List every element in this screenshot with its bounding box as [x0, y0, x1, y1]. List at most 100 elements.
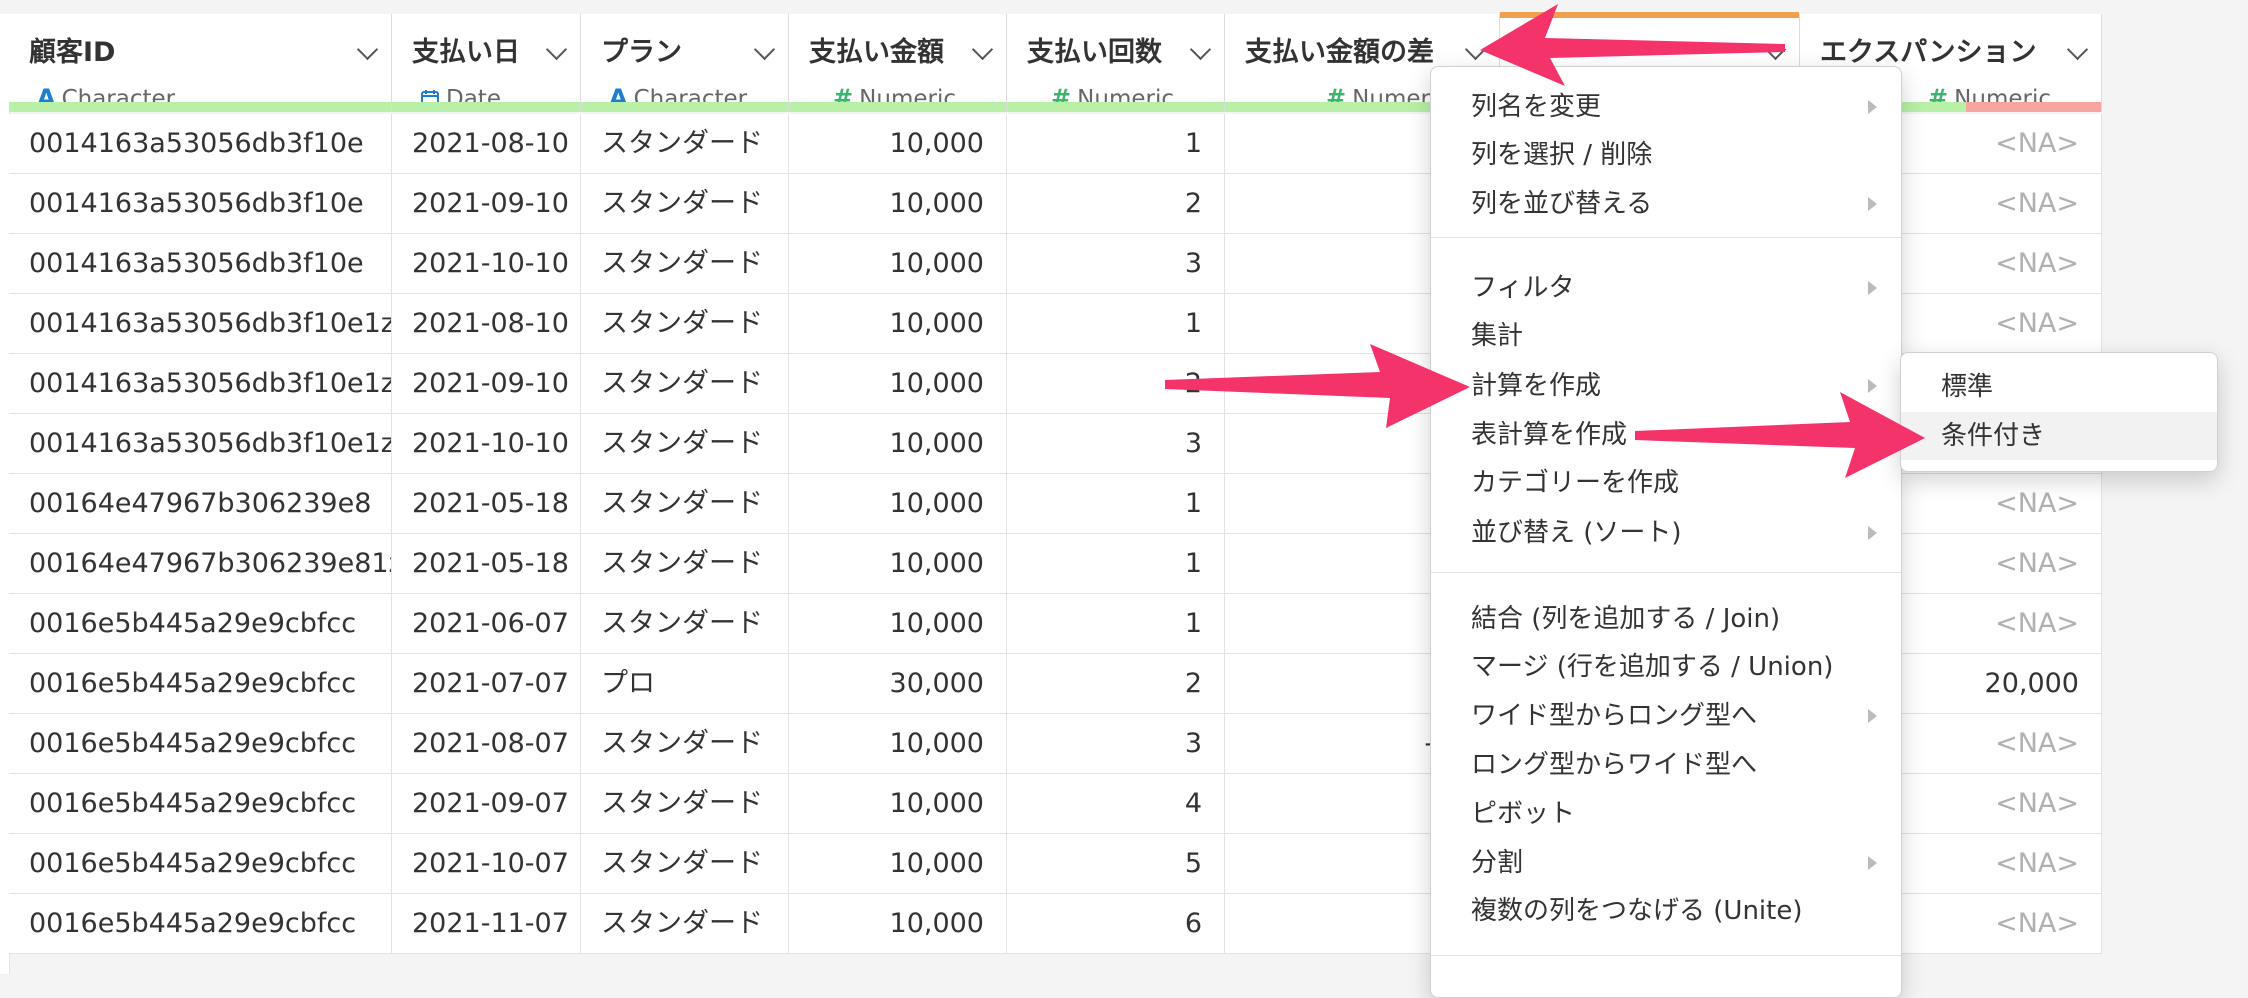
table-cell[interactable]: 10,000 [789, 594, 1007, 654]
table-cell[interactable]: 1 [1007, 114, 1225, 174]
table-cell[interactable]: 10,000 [789, 834, 1007, 894]
menu-item-14[interactable]: 分割 [1431, 839, 1901, 887]
table-cell[interactable]: スタンダード [581, 774, 789, 834]
table-cell[interactable]: 2021-07-07 [392, 654, 581, 714]
table-cell[interactable]: 2021-06-07 [392, 594, 581, 654]
table-cell[interactable]: 2021-09-10 [392, 354, 581, 414]
table-cell[interactable]: プロ [581, 654, 789, 714]
table-cell[interactable]: スタンダード [581, 594, 789, 654]
table-cell[interactable]: 10,000 [789, 894, 1007, 954]
chevron-down-icon[interactable] [545, 38, 568, 61]
table-cell[interactable]: 1 [1007, 474, 1225, 534]
table-cell[interactable]: 0014163a53056db3f10e [9, 234, 392, 294]
table-cell[interactable]: 0014163a53056db3f10e1z [9, 294, 392, 354]
table-cell[interactable]: 2 [1007, 174, 1225, 234]
table-cell[interactable]: 0014163a53056db3f10e [9, 114, 392, 174]
table-cell[interactable]: 3 [1007, 234, 1225, 294]
chevron-down-icon[interactable] [753, 38, 776, 61]
chevron-down-icon[interactable] [971, 38, 994, 61]
table-cell[interactable]: 10,000 [789, 774, 1007, 834]
menu-item-5[interactable]: 計算を作成 [1431, 362, 1901, 410]
menu-item-0[interactable]: 列名を変更 [1431, 83, 1901, 131]
menu-item-2[interactable]: 列を並び替える [1431, 180, 1901, 228]
menu-item-12[interactable]: ロング型からワイド型へ [1431, 741, 1901, 789]
table-cell[interactable]: 2021-11-07 [392, 894, 581, 954]
table-cell[interactable]: スタンダード [581, 834, 789, 894]
table-cell[interactable]: 3 [1007, 414, 1225, 474]
table-cell[interactable]: 0016e5b445a29e9cbfcc [9, 834, 392, 894]
menu-item-3[interactable]: フィルタ [1431, 264, 1901, 312]
table-cell[interactable]: 2021-09-10 [392, 174, 581, 234]
table-cell[interactable]: 10,000 [789, 114, 1007, 174]
table-cell[interactable]: スタンダード [581, 234, 789, 294]
table-cell[interactable]: 3 [1007, 714, 1225, 774]
table-cell[interactable]: 00164e47967b306239e8 [9, 474, 392, 534]
table-cell[interactable]: 5 [1007, 834, 1225, 894]
table-cell[interactable]: 0016e5b445a29e9cbfcc [9, 894, 392, 954]
menu-item-9[interactable]: 結合 (列を追加する / Join) [1431, 595, 1901, 643]
table-cell[interactable]: 10,000 [789, 174, 1007, 234]
table-cell[interactable]: スタンダード [581, 474, 789, 534]
menu-item-7[interactable]: カテゴリーを作成 [1431, 459, 1901, 507]
table-cell[interactable]: 2021-08-07 [392, 714, 581, 774]
table-cell[interactable]: 0016e5b445a29e9cbfcc [9, 774, 392, 834]
chevron-down-icon[interactable] [356, 38, 379, 61]
chevron-down-icon[interactable] [2066, 38, 2089, 61]
submenu-item-0[interactable]: 標準 [1901, 363, 2217, 411]
table-cell[interactable]: スタンダード [581, 414, 789, 474]
table-cell[interactable]: 6 [1007, 894, 1225, 954]
table-cell[interactable]: 2021-10-10 [392, 414, 581, 474]
table-cell[interactable]: 2 [1007, 354, 1225, 414]
table-cell[interactable]: スタンダード [581, 534, 789, 594]
table-cell[interactable]: 2021-10-10 [392, 234, 581, 294]
table-cell[interactable]: 0016e5b445a29e9cbfcc [9, 714, 392, 774]
table-cell[interactable]: 10,000 [789, 294, 1007, 354]
menu-item-4[interactable]: 集計 [1431, 312, 1901, 360]
table-cell[interactable]: 2021-08-10 [392, 294, 581, 354]
table-cell[interactable]: 00164e47967b306239e81z [9, 534, 392, 594]
table-cell[interactable]: スタンダード [581, 294, 789, 354]
table-cell[interactable]: 2021-08-10 [392, 114, 581, 174]
table-cell[interactable]: 0014163a53056db3f10e1z [9, 354, 392, 414]
submenu-item-1[interactable]: 条件付き [1901, 412, 2217, 460]
column-header-3[interactable]: 支払い金額 # Numeric [789, 14, 1007, 112]
table-cell[interactable]: 10,000 [789, 414, 1007, 474]
table-cell[interactable]: 1 [1007, 594, 1225, 654]
menu-item-13[interactable]: ピボット [1431, 790, 1901, 838]
table-cell[interactable]: 0014163a53056db3f10e1z [9, 414, 392, 474]
table-cell[interactable]: 10,000 [789, 534, 1007, 594]
table-cell[interactable]: 0014163a53056db3f10e [9, 174, 392, 234]
table-cell[interactable]: スタンダード [581, 714, 789, 774]
table-cell[interactable]: スタンダード [581, 894, 789, 954]
table-cell[interactable]: 10,000 [789, 474, 1007, 534]
table-cell[interactable]: スタンダード [581, 354, 789, 414]
menu-item-10[interactable]: マージ (行を追加する / Union) [1431, 643, 1901, 691]
table-cell[interactable]: 2 [1007, 654, 1225, 714]
column-header-0[interactable]: 顧客ID A Character [9, 14, 392, 112]
column-header-4[interactable]: 支払い回数 # Numeric [1007, 14, 1225, 112]
table-cell[interactable]: 2021-09-07 [392, 774, 581, 834]
table-cell[interactable]: 0016e5b445a29e9cbfcc [9, 594, 392, 654]
menu-item-11[interactable]: ワイド型からロング型へ [1431, 692, 1901, 740]
table-cell[interactable]: スタンダード [581, 174, 789, 234]
table-cell[interactable]: 2021-10-07 [392, 834, 581, 894]
table-cell[interactable]: 10,000 [789, 234, 1007, 294]
menu-item-6[interactable]: 表計算を作成 [1431, 411, 1901, 459]
table-cell[interactable]: 0016e5b445a29e9cbfcc [9, 654, 392, 714]
table-cell[interactable]: 4 [1007, 774, 1225, 834]
table-cell[interactable]: 2021-05-18 [392, 534, 581, 594]
table-cell[interactable]: 1 [1007, 534, 1225, 594]
chevron-down-icon[interactable] [1464, 38, 1487, 61]
column-header-2[interactable]: プラン A Character [581, 14, 789, 112]
menu-item-8[interactable]: 並び替え (ソート) [1431, 509, 1901, 557]
table-cell[interactable]: 10,000 [789, 354, 1007, 414]
table-cell[interactable]: スタンダード [581, 114, 789, 174]
table-cell[interactable]: 2021-05-18 [392, 474, 581, 534]
column-header-1[interactable]: 支払い日 Date [392, 14, 581, 112]
chevron-down-icon[interactable] [1764, 38, 1787, 61]
table-cell[interactable]: 1 [1007, 294, 1225, 354]
menu-item-1[interactable]: 列を選択 / 削除 [1431, 131, 1901, 179]
menu-item-15[interactable]: 複数の列をつなげる (Unite) [1431, 887, 1901, 935]
chevron-down-icon[interactable] [1189, 38, 1212, 61]
table-cell[interactable]: 30,000 [789, 654, 1007, 714]
